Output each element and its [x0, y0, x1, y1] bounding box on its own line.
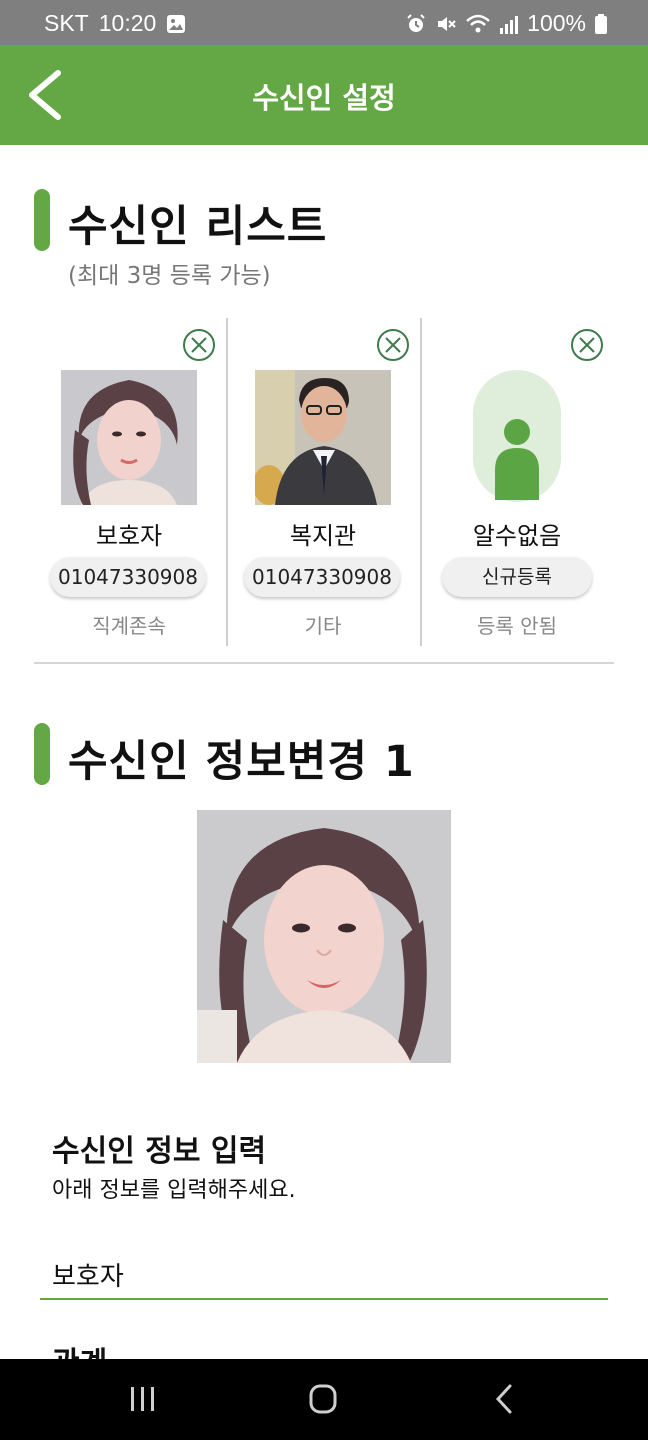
image-icon: [167, 14, 186, 33]
recipient-photo: [61, 370, 197, 505]
recipient-phone[interactable]: 01047330908: [50, 557, 206, 597]
home-icon[interactable]: [298, 1377, 348, 1421]
recipient-relation: 등록 안됨: [477, 614, 557, 638]
page-title: 수신인 설정: [252, 81, 396, 115]
recipient-list-title: 수신인 리스트: [68, 202, 328, 252]
wifi-icon: [466, 14, 491, 32]
recipient-phone[interactable]: 01047330908: [244, 557, 400, 597]
system-navigation-bar: [0, 1359, 648, 1440]
battery-percent: 100%: [527, 10, 586, 36]
recipient-name: 보호자: [95, 522, 163, 550]
edit-recipient-title: 수신인 정보변경 1: [68, 737, 415, 787]
selected-recipient-photo[interactable]: [197, 810, 451, 1063]
recipient-name: 알수없음: [472, 522, 562, 550]
recipient-name-field[interactable]: 보호자: [40, 1250, 608, 1300]
status-bar: SKT 10:20 100%: [0, 0, 648, 45]
alarm-icon: [407, 13, 425, 32]
recipient-relation: 직계존속: [92, 614, 166, 638]
section-divider: [34, 662, 614, 664]
recipient-photo: [255, 370, 391, 505]
recent-apps-icon[interactable]: [118, 1377, 168, 1421]
back-icon[interactable]: [480, 1377, 530, 1421]
remove-recipient-icon[interactable]: [376, 328, 410, 362]
recipient-card-1[interactable]: 보호자 01047330908 직계존속: [32, 318, 226, 646]
carrier-label: SKT: [44, 10, 89, 36]
app-bar: 수신인 설정: [0, 45, 648, 145]
remove-recipient-icon[interactable]: [570, 328, 604, 362]
battery-icon: [595, 13, 607, 34]
recipient-limit-note: (최대 3명 등록 가능): [68, 263, 271, 289]
form-title: 수신인 정보 입력: [52, 1134, 267, 1169]
form-description: 아래 정보를 입력해주세요.: [52, 1178, 296, 1203]
section-accent-bar: [34, 723, 50, 785]
remove-recipient-icon[interactable]: [182, 328, 216, 362]
register-new-button[interactable]: 신규등록: [442, 557, 592, 597]
recipient-name: 복지관: [289, 522, 357, 550]
person-placeholder-icon: [473, 370, 561, 502]
recipient-card-3[interactable]: 알수없음 신규등록 등록 안됨: [420, 318, 614, 646]
section-accent-bar: [34, 189, 50, 251]
signal-icon: [500, 15, 519, 34]
clock: 10:20: [98, 10, 157, 36]
recipient-name-value: 보호자: [52, 1262, 124, 1292]
recipient-card-2[interactable]: 복지관 01047330908 기타: [226, 318, 420, 646]
mute-icon: [438, 16, 456, 31]
recipient-relation: 기타: [304, 614, 342, 638]
